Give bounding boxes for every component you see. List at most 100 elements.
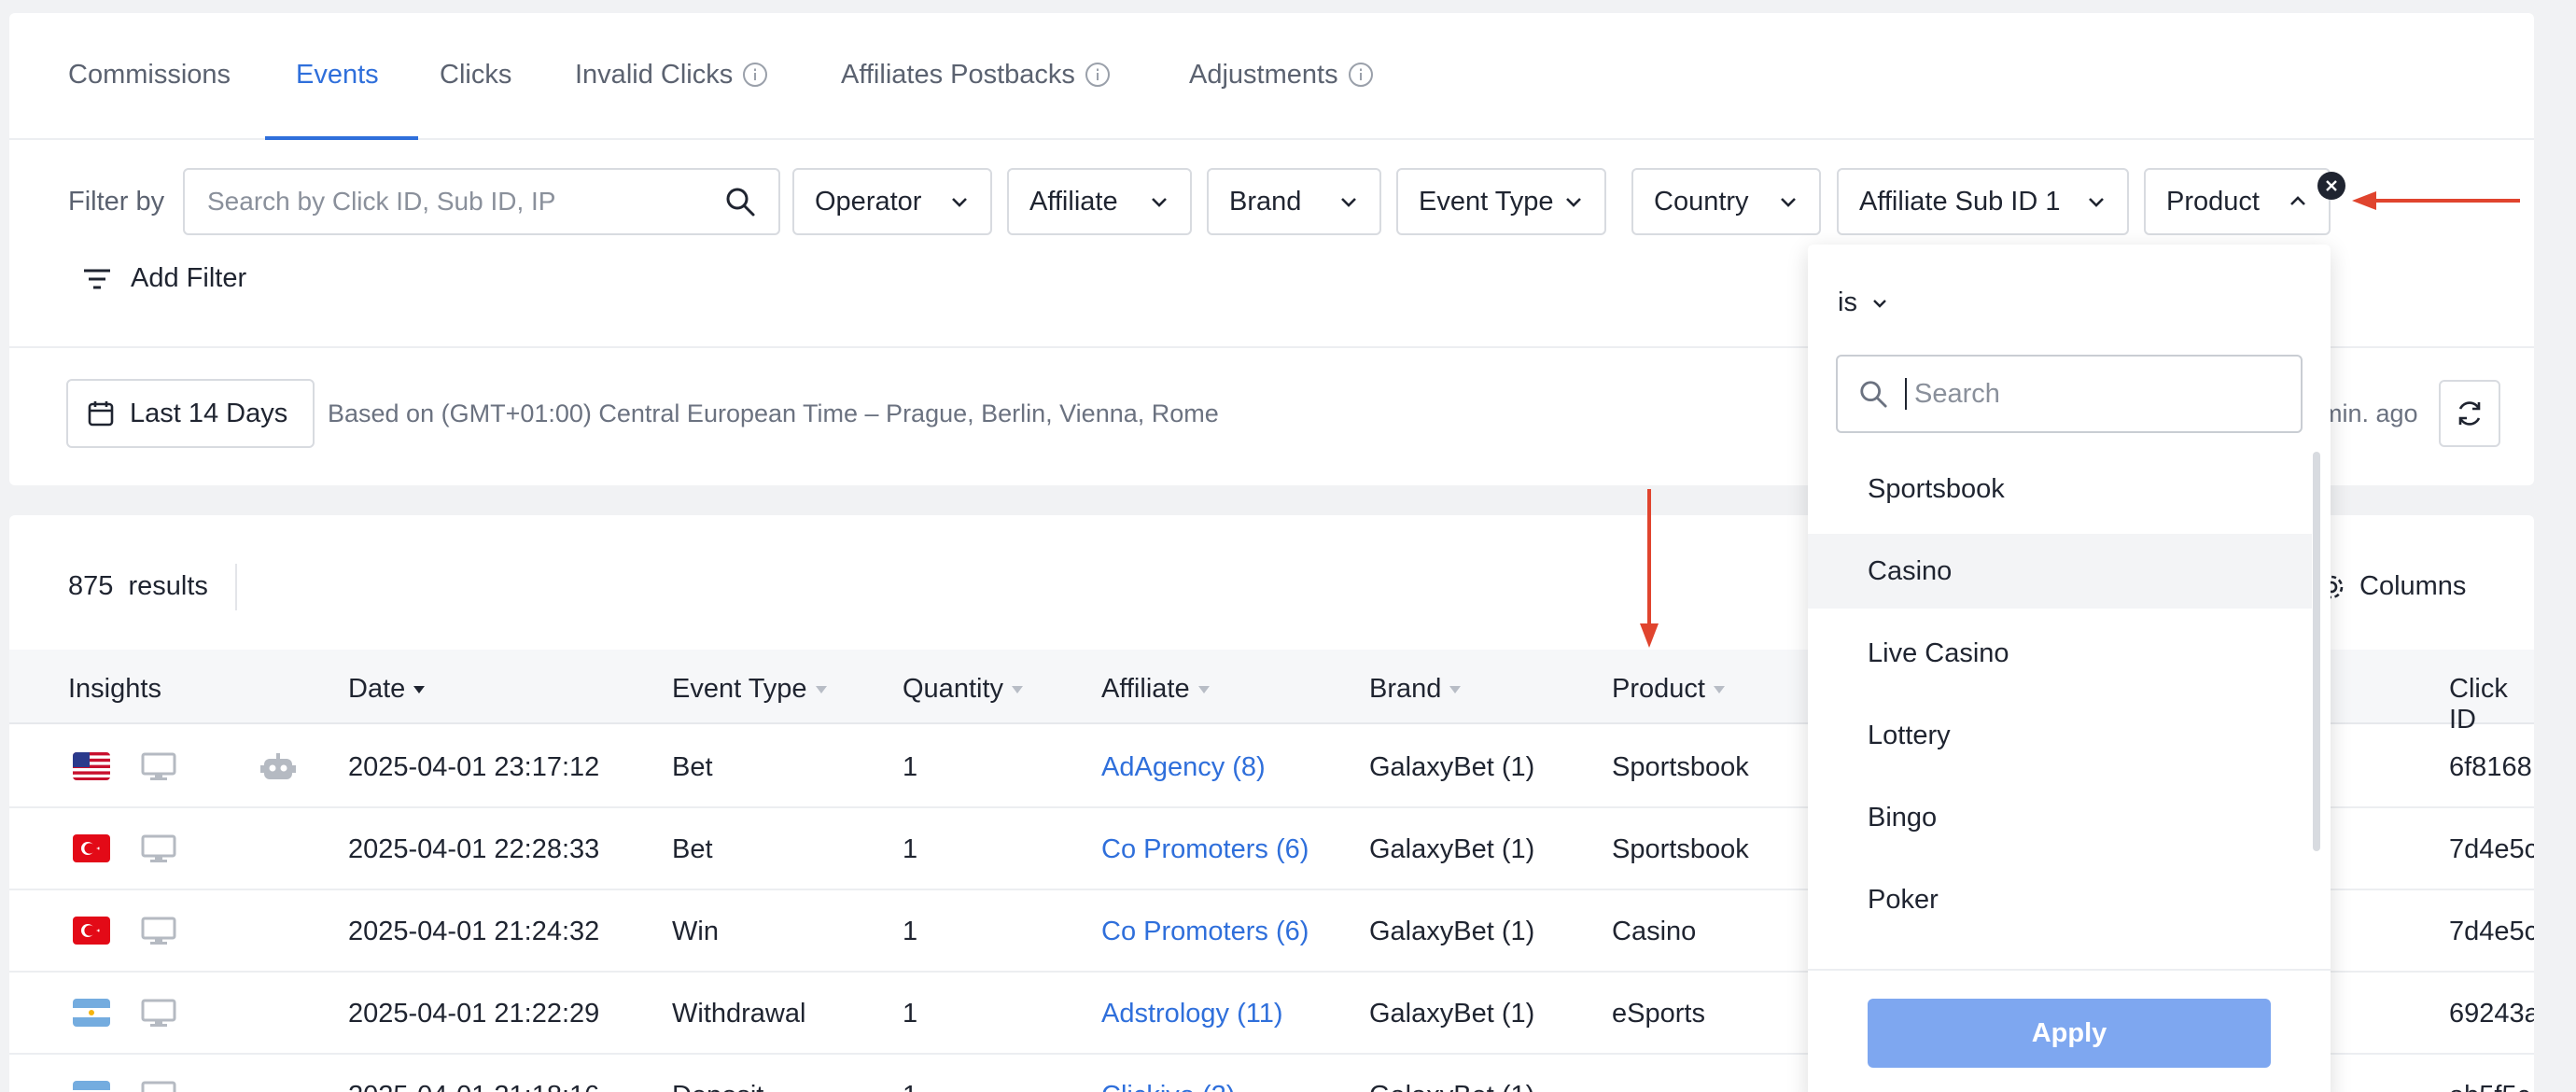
option-sportsbook[interactable]: Sportsbook [1808, 452, 2312, 526]
chevron-down-icon [1566, 198, 1581, 207]
header-label: Product [1612, 674, 1705, 704]
affiliate-filter-button[interactable]: Affiliate [1007, 168, 1192, 235]
tab-adjustments[interactable]: Adjustments [1189, 54, 1374, 95]
option-lottery[interactable]: Lottery [1808, 698, 2312, 773]
clear-product-filter-button[interactable] [2317, 172, 2345, 200]
flag-tr-icon [73, 834, 110, 862]
product-filter-dropdown: is Search Sportsbook Casino Live Casino … [1808, 245, 2331, 1092]
tab-label: Clicks [440, 59, 512, 90]
quantity-cell: 1 [903, 999, 918, 1029]
chevron-up-icon [2290, 196, 2305, 205]
event-type-filter-button[interactable]: Event Type [1396, 168, 1606, 235]
search-input[interactable]: Search by Click ID, Sub ID, IP [183, 168, 780, 235]
search-icon[interactable] [724, 186, 756, 217]
last-updated-text: min. ago [2321, 399, 2418, 427]
option-bingo[interactable]: Bingo [1808, 780, 2312, 855]
click-id-cell: 7d4e5c [2449, 834, 2534, 864]
columns-label: Columns [2359, 571, 2467, 601]
sort-icon [1012, 685, 1023, 693]
column-header-product[interactable]: Product [1612, 674, 1726, 705]
quantity-cell: 1 [903, 917, 918, 946]
tab-commissions[interactable]: Commissions [68, 54, 231, 95]
affiliate-link[interactable]: AdAgency (8) [1101, 752, 1266, 783]
results-number: 875 [68, 571, 114, 601]
operator-select[interactable]: is [1838, 287, 1889, 318]
tab-invalid-clicks[interactable]: Invalid Clicks [575, 54, 768, 95]
date-cell: 2025-04-01 21:22:29 [348, 999, 600, 1029]
sort-icon [1197, 685, 1210, 693]
tab-affiliates-postbacks[interactable]: Affiliates Postbacks [841, 54, 1111, 95]
header-label: Quantity [903, 674, 1003, 704]
annotation-arrow-down-icon [1640, 489, 1659, 648]
click-id-cell: 6f8168 [2449, 752, 2532, 782]
dropdown-search-input[interactable]: Search [1836, 355, 2303, 433]
product-cell: Casino [1612, 917, 1697, 946]
operator-filter-button[interactable]: Operator [792, 168, 992, 235]
info-icon[interactable] [1348, 62, 1374, 88]
close-icon [2326, 180, 2337, 191]
affiliate-link[interactable]: Clickivo (2) [1101, 1081, 1235, 1092]
tab-clicks[interactable]: Clicks [440, 54, 511, 95]
tab-label: Events [296, 59, 379, 90]
brand-filter-button[interactable]: Brand [1207, 168, 1381, 235]
filter-button-label: Product [2166, 186, 2260, 217]
column-header-brand[interactable]: Brand [1369, 674, 1462, 705]
filter-lines-icon [84, 269, 110, 288]
click-id-cell: 7d4e5c [2449, 917, 2534, 946]
affiliate-link[interactable]: Co Promoters (6) [1101, 834, 1309, 865]
header-label: Brand [1369, 674, 1442, 704]
refresh-button[interactable] [2439, 380, 2500, 447]
column-header-affiliate[interactable]: Affiliate [1101, 674, 1211, 705]
date-cell: 2025-04-01 22:28:33 [348, 834, 600, 864]
add-filter-label: Add Filter [131, 263, 247, 293]
column-header-event-type[interactable]: Event Type [672, 674, 828, 705]
flag-us-icon [73, 752, 110, 780]
option-live-casino[interactable]: Live Casino [1808, 616, 2312, 691]
filter-button-label: Country [1654, 186, 1749, 217]
brand-cell: GalaxyBet (1) [1369, 1081, 1534, 1092]
flag-ar-icon [73, 1081, 110, 1092]
affiliate-sub-id-filter-button[interactable]: Affiliate Sub ID 1 [1837, 168, 2129, 235]
dropdown-scrollbar[interactable] [2313, 452, 2320, 851]
option-casino[interactable]: Casino [1808, 534, 2312, 609]
event-type-cell: Withdrawal [672, 999, 806, 1029]
filter-button-label: Affiliate Sub ID 1 [1859, 186, 2061, 217]
info-icon[interactable] [1085, 62, 1111, 88]
header-label: Insights [68, 674, 161, 704]
product-filter-button[interactable]: Product [2144, 168, 2331, 235]
add-filter-button[interactable]: Add Filter [82, 263, 246, 294]
product-cell: Sportsbook [1612, 752, 1749, 782]
annotation-arrow-left-icon [2352, 191, 2520, 210]
product-cell: Sportsbook [1612, 834, 1749, 864]
filter-button-label: Operator [815, 186, 922, 217]
affiliate-link[interactable]: Adstrology (11) [1101, 999, 1283, 1029]
apply-button[interactable]: Apply [1868, 999, 2271, 1068]
header-label: Date [348, 674, 406, 704]
info-icon[interactable] [742, 62, 768, 88]
desktop-icon [141, 752, 176, 780]
columns-button[interactable]: Columns [2317, 571, 2466, 602]
date-cell: 2025-04-01 21:24:32 [348, 917, 600, 946]
tab-bar: Commissions Events Clicks Invalid Clicks… [9, 13, 2534, 140]
affiliate-link[interactable]: Co Promoters (6) [1101, 917, 1309, 947]
divider [235, 564, 237, 610]
tab-label: Adjustments [1189, 59, 1338, 90]
tab-events[interactable]: Events [296, 54, 379, 95]
date-cell: 2025-04-01 23:17:12 [348, 752, 600, 782]
filter-button-label: Event Type [1419, 186, 1554, 217]
sort-icon [815, 685, 827, 693]
filter-button-label: Brand [1229, 186, 1302, 217]
column-header-insights: Insights [68, 674, 161, 705]
column-header-date[interactable]: Date [348, 674, 426, 705]
sort-desc-icon [413, 685, 426, 693]
date-range-button[interactable]: Last 14 Days [66, 379, 315, 448]
event-type-cell: Deposit [672, 1081, 763, 1092]
search-placeholder: Search by Click ID, Sub ID, IP [207, 187, 556, 216]
tab-label: Affiliates Postbacks [841, 59, 1075, 90]
brand-cell: GalaxyBet (1) [1369, 752, 1535, 782]
column-header-quantity[interactable]: Quantity [903, 674, 1024, 705]
sort-icon [1713, 685, 1725, 693]
timezone-note: Based on (GMT+01:00) Central European Ti… [328, 399, 1219, 427]
country-filter-button[interactable]: Country [1631, 168, 1821, 235]
option-poker[interactable]: Poker [1808, 862, 2312, 937]
